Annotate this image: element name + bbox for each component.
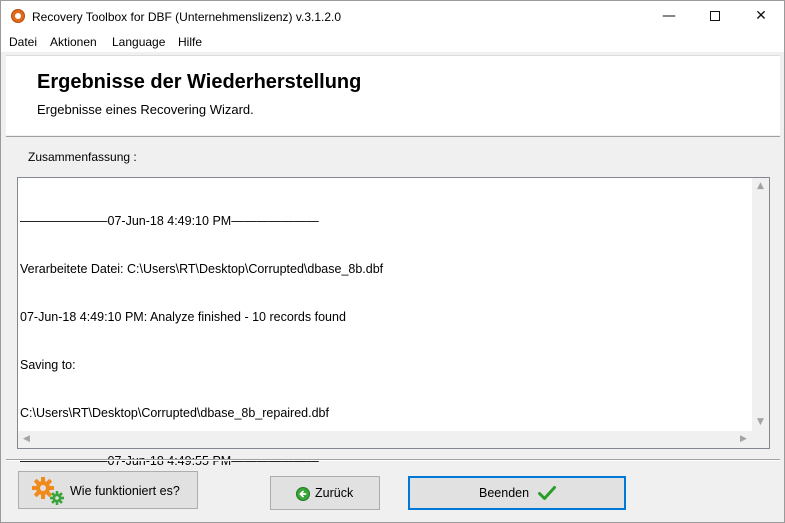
menu-bar: Datei Aktionen Language Hilfe — [1, 32, 784, 52]
menu-language[interactable]: Language — [112, 35, 165, 49]
back-arrow-icon — [296, 487, 310, 501]
finish-button[interactable]: Beenden — [408, 476, 626, 510]
log-line: C:\Users\RT\Desktop\Corrupted\dbase_8b_r… — [20, 406, 329, 420]
gears-icon — [32, 477, 64, 505]
how-it-works-label: Wie funktioniert es? — [70, 484, 180, 498]
maximize-icon — [710, 11, 720, 21]
log-line: Verarbeitete Datei: C:\Users\RT\Desktop\… — [20, 262, 384, 276]
back-button[interactable]: Zurück — [270, 476, 380, 510]
menu-hilfe[interactable]: Hilfe — [178, 35, 202, 49]
maximize-button[interactable] — [692, 1, 738, 32]
summary-label: Zusammenfassung : — [28, 150, 137, 164]
scroll-down-icon[interactable]: ▼ — [752, 414, 769, 431]
log-line: 07-Jun-18 4:49:10 PM: Analyze finished -… — [20, 310, 346, 324]
how-it-works-button[interactable]: Wie funktioniert es? — [18, 471, 198, 509]
page-subtitle: Ergebnisse eines Recovering Wizard. — [37, 102, 254, 117]
finish-label: Beenden — [479, 486, 530, 500]
recovery-toolbox-icon — [11, 9, 25, 23]
wizard-header: Ergebnisse der Wiederherstellung Ergebni… — [6, 55, 780, 135]
log-line: ―――――――07-Jun-18 4:49:10 PM――――――― — [20, 214, 319, 228]
scroll-up-icon[interactable]: ▲ — [752, 178, 769, 195]
back-label: Zurück — [315, 486, 354, 500]
app-window: Recovery Toolbox for DBF (Unternehmensli… — [0, 0, 785, 523]
log-line: Saving to: — [20, 358, 76, 372]
title-bar[interactable]: Recovery Toolbox for DBF (Unternehmensli… — [1, 1, 784, 32]
menu-datei[interactable]: Datei — [9, 35, 37, 49]
log-line: ―――――――07-Jun-18 4:49:55 PM――――――― — [20, 454, 319, 468]
close-button[interactable]: ✕ — [738, 1, 784, 32]
scroll-corner — [752, 431, 769, 448]
summary-log[interactable]: ―――――――07-Jun-18 4:49:10 PM――――――― Verar… — [17, 177, 770, 468]
window-title: Recovery Toolbox for DBF (Unternehmensli… — [32, 10, 342, 24]
vertical-scrollbar[interactable]: ▲ ▼ — [752, 178, 769, 431]
page-title: Ergebnisse der Wiederherstellung — [37, 71, 362, 93]
menu-aktionen[interactable]: Aktionen — [50, 35, 97, 49]
scroll-right-icon[interactable]: ▶ — [735, 431, 752, 448]
checkmark-icon — [538, 486, 556, 500]
scroll-left-icon[interactable]: ◀ — [18, 431, 35, 448]
minimize-button[interactable]: — — [646, 1, 692, 32]
header-divider — [6, 136, 780, 137]
footer-divider-highlight — [6, 460, 780, 461]
horizontal-scrollbar[interactable]: ◀ ▶ — [18, 431, 752, 448]
log-text: ―――――――07-Jun-18 4:49:10 PM――――――― Verar… — [20, 181, 750, 501]
